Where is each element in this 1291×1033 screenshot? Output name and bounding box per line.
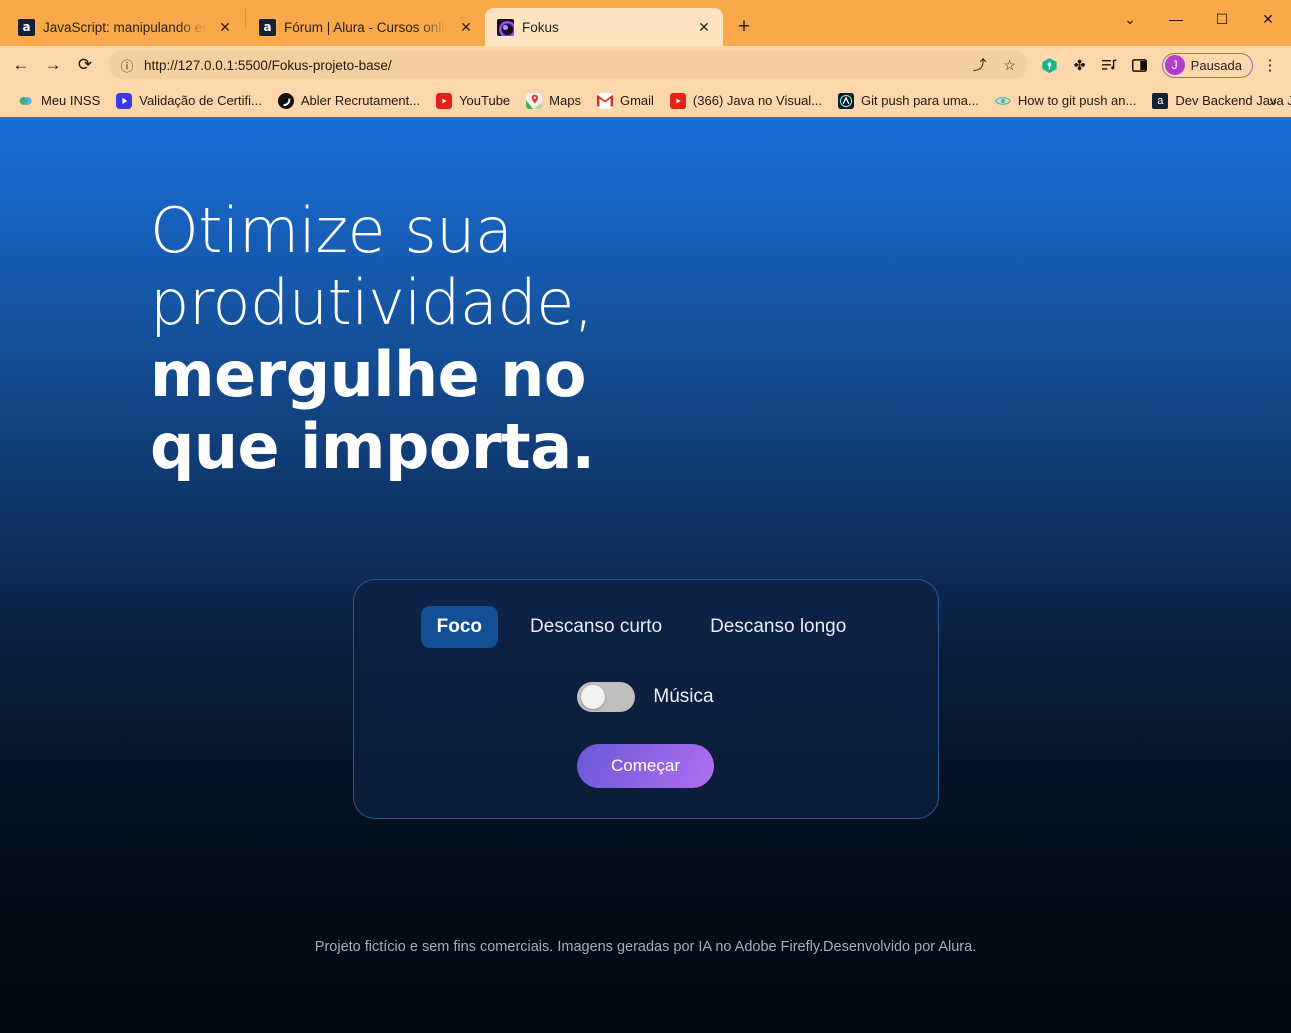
omnibox-actions: ⤴ ☆	[966, 52, 1024, 78]
bookmark-youtube[interactable]: YouTube	[428, 90, 518, 112]
browser-menu-icon[interactable]: ⋮	[1257, 51, 1283, 79]
bookmark-label: How to git push an...	[1017, 93, 1137, 108]
start-button[interactable]: Começar	[577, 743, 714, 788]
bookmark-label: Maps	[549, 93, 581, 108]
url-text[interactable]: http://127.0.0.1:5500/Fokus-projeto-base…	[144, 58, 958, 73]
music-toggle[interactable]	[577, 681, 636, 712]
back-icon[interactable]: ←	[6, 50, 36, 80]
tab-close-icon[interactable]: ✕	[214, 16, 236, 38]
tab-divider	[245, 9, 246, 29]
bookmark-star-icon[interactable]: ☆	[996, 52, 1024, 78]
bookmark-label: Abler Recrutament...	[300, 93, 421, 108]
bookmark-java-no-visual[interactable]: (366) Java no Visual...	[662, 90, 830, 112]
inss-icon	[18, 93, 34, 109]
minimize-icon[interactable]: —	[1153, 0, 1199, 38]
toggle-knob	[581, 684, 606, 709]
bookmarks-overflow-icon[interactable]: »	[1261, 89, 1285, 113]
hero-line-2: produtividade,	[150, 265, 594, 339]
youtube-icon	[669, 92, 686, 109]
browser-tab-1[interactable]: a JavaScript: manipulando element ✕	[6, 8, 244, 46]
youtube-icon	[436, 92, 453, 109]
page-title: Otimize sua produtividade, mergulhe no q…	[150, 195, 770, 483]
side-panel-icon[interactable]	[1126, 51, 1154, 79]
address-bar[interactable]: ⓘ http://127.0.0.1:5500/Fokus-projeto-ba…	[108, 51, 1028, 79]
browser-tab-2[interactable]: a Fórum | Alura - Cursos online de ✕	[247, 8, 485, 46]
alura-icon: a	[18, 18, 35, 36]
bookmark-label: Meu INSS	[41, 93, 101, 108]
tab-search-icon[interactable]: ⌄	[1107, 0, 1153, 38]
reload-icon[interactable]: ⟳	[70, 50, 100, 80]
hero-line-1: Otimize sua	[150, 194, 513, 267]
validacao-icon	[116, 92, 133, 109]
bookmark-how-to-git-push[interactable]: How to git push an...	[987, 90, 1145, 112]
bookmark-label: (366) Java no Visual...	[692, 93, 823, 108]
browser-tab-3-active[interactable]: Fokus ✕	[485, 8, 723, 46]
browser-window: a JavaScript: manipulando element ✕ a Fó…	[0, 0, 1291, 1033]
avatar: J	[1164, 55, 1185, 75]
tab-title: JavaScript: manipulando element	[43, 19, 206, 35]
git-icon	[838, 92, 855, 109]
bookmark-label: Gmail	[619, 93, 654, 108]
close-window-icon[interactable]: ✕	[1245, 0, 1291, 38]
profile-button[interactable]: J Pausada	[1161, 52, 1253, 78]
bookmark-gmail[interactable]: Gmail	[589, 90, 662, 112]
bookmark-label: YouTube	[459, 93, 511, 108]
share-icon[interactable]: ⤴	[966, 52, 994, 78]
page-footer: Projeto fictício e sem fins comerciais. …	[314, 939, 977, 955]
mode-button-foco[interactable]: Foco	[420, 605, 499, 648]
music-toggle-row: Música	[577, 681, 714, 712]
bookmark-abler-recrutamento[interactable]: Abler Recrutament...	[270, 90, 428, 112]
window-controls: ⌄ — ☐ ✕	[1107, 0, 1291, 38]
mode-button-descanso-longo[interactable]: Descanso longo	[694, 606, 862, 648]
browser-toolbar: ← → ⟳ ⓘ http://127.0.0.1:5500/Fokus-proj…	[0, 46, 1291, 84]
gmail-icon	[596, 92, 613, 109]
bookmark-git-push[interactable]: Git push para uma...	[830, 90, 987, 112]
mode-button-descanso-curto[interactable]: Descanso curto	[514, 606, 678, 648]
toolbar-icons: ✤	[1036, 51, 1154, 79]
hero-line-4: que importa.	[150, 409, 595, 483]
forward-icon[interactable]: →	[38, 50, 68, 80]
hero-section: Otimize sua produtividade, mergulhe no q…	[0, 195, 1291, 483]
timer-card: Foco Descanso curto Descanso longo Músic…	[352, 578, 939, 819]
bookmark-label: Validação de Certifi...	[139, 93, 262, 108]
hero-line-3: mergulhe no	[150, 337, 587, 411]
new-tab-button[interactable]: +	[729, 12, 759, 42]
tab-close-icon[interactable]: ✕	[455, 16, 477, 38]
tab-strip: a JavaScript: manipulando element ✕ a Fó…	[0, 0, 1291, 46]
mode-tabs: Foco Descanso curto Descanso longo	[420, 605, 863, 648]
site-info-icon[interactable]: ⓘ	[118, 56, 136, 74]
tab-title: Fórum | Alura - Cursos online de	[284, 19, 447, 35]
tab-close-icon[interactable]: ✕	[693, 16, 715, 38]
bookmark-label: Git push para uma...	[861, 93, 979, 108]
alura-icon: a	[1152, 92, 1169, 109]
maximize-icon[interactable]: ☐	[1199, 0, 1245, 38]
media-control-icon[interactable]	[1096, 51, 1124, 79]
password-manager-icon[interactable]	[1036, 51, 1064, 79]
eye-icon	[994, 93, 1011, 109]
profile-name: Pausada	[1190, 57, 1242, 73]
fokus-icon	[497, 18, 514, 36]
bookmark-maps[interactable]: Maps	[518, 90, 589, 112]
tab-title: Fokus	[522, 19, 559, 35]
extensions-icon[interactable]: ✤	[1066, 51, 1094, 79]
page-viewport: Otimize sua produtividade, mergulhe no q…	[0, 117, 1291, 1033]
abler-icon	[277, 92, 294, 109]
bookmark-validacao-certificado[interactable]: Validação de Certifi...	[108, 90, 270, 112]
bookmarks-bar: Meu INSS Validação de Certifi... Abler R…	[0, 84, 1291, 117]
alura-icon: a	[259, 18, 276, 36]
maps-icon	[526, 92, 543, 109]
music-label: Música	[653, 685, 714, 707]
bookmark-meu-inss[interactable]: Meu INSS	[10, 90, 108, 112]
